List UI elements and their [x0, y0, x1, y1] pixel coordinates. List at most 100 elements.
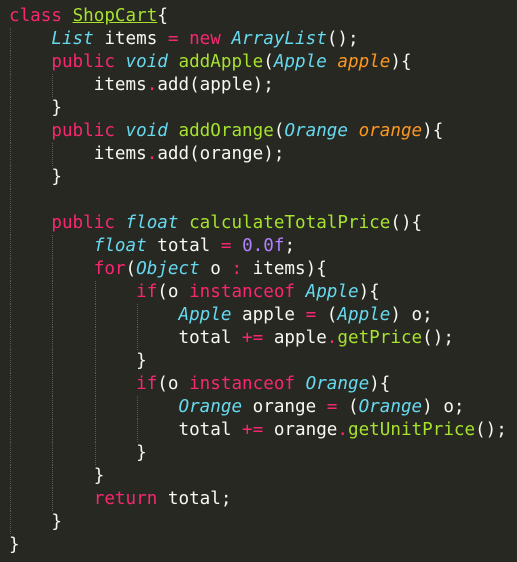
code-token: return [93, 489, 158, 509]
code-token: calculateTotalPrice [189, 213, 391, 233]
indent-guide [137, 304, 139, 327]
code-token: : [231, 259, 243, 279]
code-line: } [0, 511, 517, 534]
code-token: ) o; [390, 305, 433, 325]
code-line: return total; [0, 488, 517, 511]
indent-guide [10, 304, 11, 327]
code-token: total [178, 420, 243, 440]
indent-guide [94, 373, 96, 396]
code-token: for [93, 259, 126, 279]
code-token: new [189, 29, 221, 49]
code-token: addOrange [178, 121, 274, 141]
code-token: add(apple); [157, 75, 274, 95]
code-line [0, 189, 517, 212]
indent-guide [52, 488, 54, 511]
indent-guide [94, 327, 96, 350]
code-token: . [326, 328, 338, 348]
code-token: ( [263, 52, 274, 72]
code-token: ){ [390, 52, 412, 72]
indent-guide [52, 350, 54, 373]
code-token: Apple [273, 52, 327, 72]
indent-guide [52, 143, 54, 166]
indent-guide [52, 327, 54, 350]
indent-guide [94, 419, 96, 442]
code-token: } [93, 466, 105, 486]
indent-guide [10, 120, 11, 143]
code-line: } [0, 166, 517, 189]
code-editor[interactable]: class ShopCart{ List items = new ArrayLi… [0, 0, 517, 562]
indent-guide [52, 419, 54, 442]
indent-guide [52, 442, 54, 465]
indent-guide [137, 327, 139, 350]
code-token: { [157, 6, 168, 26]
indent-guide [94, 396, 96, 419]
code-line: Apple apple = (Apple) o; [0, 304, 517, 327]
code-line: } [0, 97, 517, 120]
code-token: o [199, 259, 232, 279]
code-token: = [305, 305, 317, 325]
indent-guide [52, 281, 54, 304]
code-token: 0.0f [242, 236, 285, 256]
code-token: apple [231, 305, 306, 325]
code-token: ){ [358, 282, 380, 302]
code-token: items [93, 29, 168, 49]
code-token: orange [242, 397, 327, 417]
code-token: total [178, 328, 243, 348]
code-token: (o [157, 374, 190, 394]
code-line: items.add(apple); [0, 74, 517, 97]
code-token: ( [337, 397, 359, 417]
code-token: } [51, 167, 62, 187]
code-line: public float calculateTotalPrice(){ [0, 212, 517, 235]
code-token: = [220, 236, 232, 256]
indent-guide [94, 304, 96, 327]
code-token: += [242, 328, 264, 348]
indent-guide [137, 396, 139, 419]
code-token: . [146, 75, 158, 95]
code-token: public [51, 213, 115, 233]
indent-guide [10, 396, 11, 419]
code-token: List [51, 29, 94, 49]
code-token: float [125, 213, 179, 233]
indent-guide [10, 235, 11, 258]
code-token: if [136, 374, 158, 394]
indent-guide [10, 488, 11, 511]
indent-guide [94, 350, 96, 373]
indent-guide [52, 373, 54, 396]
indent-guide [10, 212, 11, 235]
code-line: if(o instanceof Apple){ [0, 281, 517, 304]
code-line: } [0, 350, 517, 373]
indent-guide [10, 373, 11, 396]
indent-guide [10, 166, 11, 189]
code-line: } [0, 442, 517, 465]
code-token: = [326, 397, 338, 417]
indent-guide [10, 419, 11, 442]
indent-guide [94, 442, 96, 465]
code-token: ShopCart [72, 6, 158, 26]
code-token: ) o; [422, 397, 465, 417]
code-token: = [167, 29, 179, 49]
code-line: float total = 0.0f; [0, 235, 517, 258]
code-token: apple [263, 328, 327, 348]
indent-guide [10, 97, 11, 120]
code-token: void [125, 121, 168, 141]
code-token: getUnitPrice [347, 420, 476, 440]
code-token: class [9, 6, 62, 26]
code-token: instanceof [189, 374, 296, 394]
indent-guide [10, 143, 11, 166]
code-token: items [93, 144, 147, 164]
code-token: items [93, 75, 147, 95]
